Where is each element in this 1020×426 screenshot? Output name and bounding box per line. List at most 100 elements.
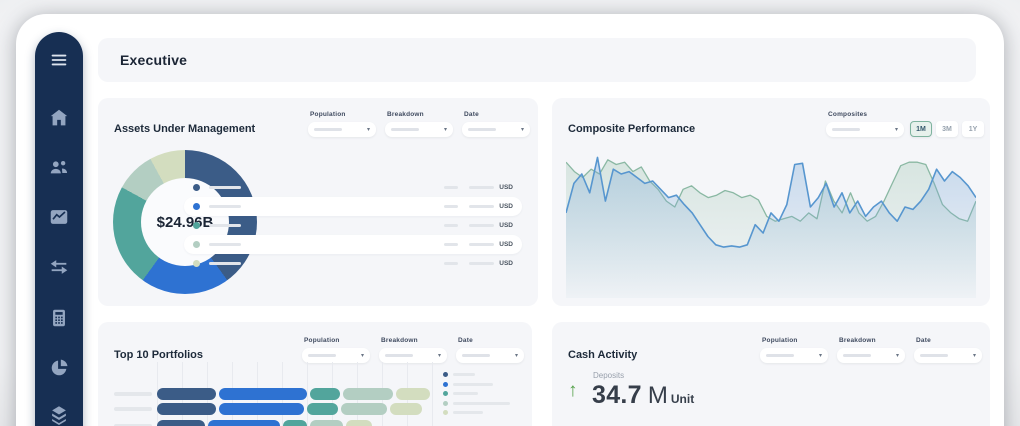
legend-item xyxy=(443,389,510,399)
bar-segment xyxy=(341,403,388,415)
composite-controls: Composites ▾ 1M3M1Y xyxy=(826,111,984,137)
placeholder-bar xyxy=(453,392,478,395)
legend-dot xyxy=(443,410,448,415)
legend-dot xyxy=(193,222,200,229)
filter-dropdown[interactable]: ▾ xyxy=(385,122,453,137)
filter-bar: Population ▾ Breakdown ▾ Date ▾ xyxy=(308,111,530,137)
transfers-icon[interactable] xyxy=(48,256,70,278)
filter-breakdown: Breakdown▾ xyxy=(837,337,905,363)
chevron-down-icon: ▾ xyxy=(819,353,822,359)
filter-label: Population xyxy=(310,111,376,118)
placeholder-bar xyxy=(469,224,494,228)
filter-dropdown[interactable]: ▾ xyxy=(379,348,447,363)
bar-segment xyxy=(346,420,372,426)
filter-dropdown[interactable]: ▾ xyxy=(302,348,370,363)
range-toggle: 1M3M1Y xyxy=(910,121,984,137)
bar-chart-legend xyxy=(443,370,510,418)
filter-bar: Population▾ Breakdown▾ Date ▾ xyxy=(760,337,982,363)
placeholder-bar xyxy=(209,186,241,190)
chevron-down-icon: ▾ xyxy=(367,127,370,133)
legend-dot xyxy=(443,401,448,406)
currency-label: USD xyxy=(499,184,513,191)
placeholder-bar xyxy=(391,128,419,131)
legend-dot xyxy=(443,391,448,396)
deposits-label: Deposits xyxy=(593,371,624,380)
placeholder-bar xyxy=(385,354,413,357)
layers-icon[interactable] xyxy=(48,403,70,425)
menu-icon[interactable] xyxy=(48,49,70,71)
bar-segment xyxy=(310,420,343,426)
up-arrow-icon: ↑ xyxy=(568,380,578,402)
bar-segment xyxy=(157,388,216,400)
filter-label: Date xyxy=(916,337,982,344)
filter-dropdown[interactable]: ▾ xyxy=(308,122,376,137)
placeholder-bar xyxy=(920,354,948,357)
bar-segment xyxy=(219,388,307,400)
page-header: Executive xyxy=(98,38,976,82)
filter-dropdown[interactable]: ▾ xyxy=(826,122,904,137)
placeholder-bar xyxy=(453,383,493,386)
deposits-value: 34.7 xyxy=(592,381,642,410)
deposits-unit: Unit xyxy=(671,392,694,406)
aum-legend-row: USD xyxy=(184,254,522,273)
chevron-down-icon: ▾ xyxy=(896,353,899,359)
aum-legend-row: USD xyxy=(184,235,522,254)
filter-dropdown[interactable]: ▾ xyxy=(914,348,982,363)
aum-legend-row: USD xyxy=(184,216,522,235)
bar-segment xyxy=(208,420,280,426)
composite-line-chart xyxy=(566,142,976,298)
filter-label: Breakdown xyxy=(387,111,453,118)
bar-segment xyxy=(157,403,216,415)
placeholder-bar xyxy=(444,262,458,266)
allocation-pie-icon[interactable] xyxy=(48,357,70,379)
chevron-down-icon: ▾ xyxy=(515,353,518,359)
card-title: Top 10 Portfolios xyxy=(114,349,203,361)
aum-legend-row: USD xyxy=(184,178,522,197)
assets-under-management-card: Assets Under Management Population▾Break… xyxy=(98,98,538,306)
legend-item xyxy=(443,408,510,418)
filter-date: Date ▾ xyxy=(914,337,982,363)
filter-bar: Population▾Breakdown▾Date▾ xyxy=(302,337,524,363)
bar-segment xyxy=(157,420,205,426)
filter-breakdown: Breakdown ▾ xyxy=(385,111,453,137)
filter-label: Composites xyxy=(828,111,904,118)
filter-bar: Composites ▾ xyxy=(826,111,904,137)
calculator-icon[interactable] xyxy=(48,307,70,329)
placeholder-bar xyxy=(766,354,794,357)
page-title: Executive xyxy=(120,52,187,68)
filter-dropdown[interactable]: ▾ xyxy=(462,122,530,137)
filter-dropdown[interactable]: ▾ xyxy=(456,348,524,363)
legend-item xyxy=(443,370,510,380)
filter-composites: Composites ▾ xyxy=(826,111,904,137)
currency-label: USD xyxy=(499,222,513,229)
chevron-down-icon: ▾ xyxy=(521,127,524,133)
portfolio-bar-row xyxy=(157,420,433,426)
filter-population: Population▾ xyxy=(760,337,828,363)
chevron-down-icon: ▾ xyxy=(973,353,976,359)
filter-dropdown[interactable]: ▾ xyxy=(760,348,828,363)
filter-date: Date ▾ xyxy=(462,111,530,137)
chevron-down-icon: ▾ xyxy=(895,127,898,133)
card-title: Composite Performance xyxy=(568,123,695,135)
placeholder-bar xyxy=(469,243,494,247)
filter-dropdown[interactable]: ▾ xyxy=(837,348,905,363)
sidebar xyxy=(35,32,83,426)
performance-icon[interactable] xyxy=(48,206,70,228)
legend-dot xyxy=(193,241,200,248)
range-button-1m[interactable]: 1M xyxy=(910,121,932,137)
filter-population: Population ▾ xyxy=(308,111,376,137)
range-button-3m[interactable]: 3M xyxy=(936,121,958,137)
cash-activity-card: Cash Activity Population▾Breakdown▾Date▾… xyxy=(552,322,990,426)
placeholder-bar xyxy=(209,243,241,247)
home-icon[interactable] xyxy=(48,107,70,129)
placeholder-bar xyxy=(209,262,241,266)
filter-label: Breakdown xyxy=(381,337,447,344)
bar-segment xyxy=(343,388,392,400)
filter-label: Date xyxy=(464,111,530,118)
app-container: Executive Assets Under Management Popula… xyxy=(16,14,1004,426)
deposits-metric: 34.7 M Unit xyxy=(592,381,694,410)
users-icon[interactable] xyxy=(48,156,70,178)
range-button-1y[interactable]: 1Y xyxy=(962,121,984,137)
bar-segment xyxy=(390,403,422,415)
legend-item xyxy=(443,380,510,390)
